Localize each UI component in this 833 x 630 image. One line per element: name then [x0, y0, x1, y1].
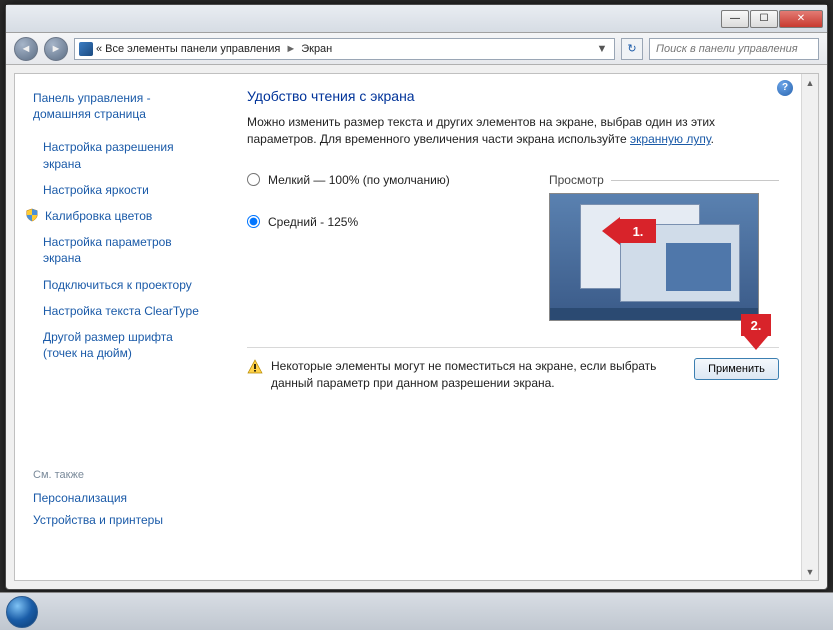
breadcrumb-item[interactable]: Экран	[301, 43, 332, 55]
warning-row: Некоторые элементы могут не поместиться …	[247, 347, 779, 392]
size-options: Мелкий — 100% (по умолчанию) Средний - 1…	[247, 173, 489, 321]
radio-label: Средний - 125%	[268, 215, 358, 229]
scroll-down-icon[interactable]: ▼	[802, 563, 818, 580]
search-input[interactable]	[649, 38, 819, 60]
scroll-track[interactable]	[802, 91, 818, 563]
see-also-devices[interactable]: Устройства и принтеры	[33, 509, 207, 531]
titlebar: — ☐ ✕	[6, 5, 827, 33]
address-dropdown-icon[interactable]: ▼	[594, 43, 610, 55]
breadcrumb-item[interactable]: Все элементы панели управления	[105, 43, 280, 55]
help-icon[interactable]: ?	[777, 80, 793, 96]
sidebar-link-cleartype[interactable]: Настройка текста ClearType	[15, 298, 225, 324]
page-title: Удобство чтения с экрана	[247, 88, 779, 104]
maximize-button[interactable]: ☐	[750, 10, 778, 28]
main-panel: ? Удобство чтения с экрана Можно изменит…	[225, 74, 801, 580]
radio-input-small[interactable]	[247, 173, 260, 186]
scrollbar[interactable]: ▲ ▼	[801, 74, 818, 580]
sidebar-link-resolution[interactable]: Настройка разрешения экрана	[15, 134, 225, 176]
refresh-button[interactable]: ↻	[621, 38, 643, 60]
radio-label: Мелкий — 100% (по умолчанию)	[268, 173, 450, 187]
scroll-up-icon[interactable]: ▲	[802, 74, 818, 91]
preview-label: Просмотр	[549, 173, 779, 187]
preview-image	[549, 193, 759, 321]
window-frame: — ☐ ✕ ◄ ► « Все элементы панели управлен…	[5, 4, 828, 590]
content-area: Панель управления - домашняя страница На…	[14, 73, 819, 581]
warning-icon	[247, 359, 263, 375]
sidebar-link-brightness[interactable]: Настройка яркости	[15, 177, 225, 203]
see-also-personalization[interactable]: Персонализация	[33, 487, 207, 509]
forward-button[interactable]: ►	[44, 37, 68, 61]
breadcrumb-separator-icon: ►	[283, 43, 298, 55]
start-button[interactable]	[6, 596, 38, 628]
page-description: Можно изменить размер текста и других эл…	[247, 114, 779, 149]
minimize-button[interactable]: —	[721, 10, 749, 28]
annotation-arrow-2: 2.	[741, 314, 771, 336]
magnifier-link[interactable]: экранную лупу	[630, 132, 711, 146]
navigation-bar: ◄ ► « Все элементы панели управления ► Э…	[6, 33, 827, 65]
radio-input-medium[interactable]	[247, 215, 260, 228]
taskbar[interactable]	[0, 592, 833, 630]
warning-text: Некоторые элементы могут не поместиться …	[271, 358, 686, 392]
sidebar-link-display-settings[interactable]: Настройка параметров экрана	[15, 229, 225, 271]
sidebar-link-custom-dpi[interactable]: Другой размер шрифта (точек на дюйм)	[15, 324, 225, 366]
see-also-heading: См. также	[33, 469, 207, 487]
sidebar-link-projector[interactable]: Подключиться к проектору	[15, 272, 225, 298]
close-button[interactable]: ✕	[779, 10, 823, 28]
see-also-section: См. также Персонализация Устройства и пр…	[15, 469, 225, 531]
annotation-arrow-1: 1.	[620, 219, 656, 243]
sidebar: Панель управления - домашняя страница На…	[15, 74, 225, 580]
sidebar-link-calibration[interactable]: Калибровка цветов	[15, 203, 225, 229]
sidebar-home-link[interactable]: Панель управления - домашняя страница	[15, 88, 225, 134]
shield-icon	[25, 208, 39, 222]
address-bar[interactable]: « Все элементы панели управления ► Экран…	[74, 38, 615, 60]
radio-medium-125[interactable]: Средний - 125%	[247, 215, 489, 229]
preview-section: Просмотр	[549, 173, 779, 321]
radio-small-100[interactable]: Мелкий — 100% (по умолчанию)	[247, 173, 489, 187]
apply-button[interactable]: Применить	[694, 358, 779, 380]
breadcrumb-prefix: «	[96, 43, 102, 55]
control-panel-icon	[79, 42, 93, 56]
back-button[interactable]: ◄	[14, 37, 38, 61]
